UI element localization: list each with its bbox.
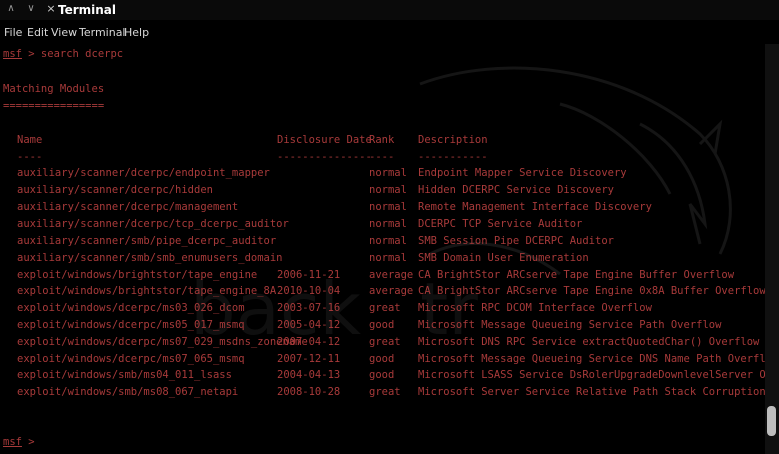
- module-rank: great: [369, 302, 401, 314]
- module-rank: average: [369, 285, 414, 297]
- section-underline: ================: [3, 100, 105, 112]
- module-rank: good: [369, 369, 395, 381]
- module-description: Microsoft DNS RPC Service extractQuotedC…: [418, 336, 765, 348]
- table-row: exploit/windows/smb/ms08_067_netapi 2008…: [0, 386, 765, 398]
- table-row: exploit/windows/brightstor/tape_engine 2…: [0, 269, 765, 281]
- menu-help[interactable]: Help: [124, 26, 149, 40]
- module-description: Hidden DCERPC Service Discovery: [418, 184, 614, 196]
- module-name: exploit/windows/dcerpc/ms07_029_msdns_zo…: [17, 336, 308, 348]
- module-name: auxiliary/scanner/dcerpc/tcp_dcerpc_audi…: [17, 218, 289, 230]
- header-description-underline: -----------: [418, 151, 488, 163]
- minimize-icon[interactable]: ∧: [4, 2, 18, 16]
- table-row: auxiliary/scanner/dcerpc/hidden normal H…: [0, 184, 765, 196]
- header-name: Name: [17, 134, 43, 146]
- header-name-underline: ----: [17, 151, 43, 163]
- module-date: 2006-11-21: [277, 269, 341, 281]
- module-name: exploit/windows/dcerpc/ms05_017_msmq: [17, 319, 245, 331]
- module-date: 2005-04-12: [277, 319, 341, 331]
- module-rank: normal: [369, 252, 407, 264]
- table-header: Name Disclosure Date Rank Description: [0, 134, 765, 146]
- table-row: auxiliary/scanner/dcerpc/endpoint_mapper…: [0, 167, 765, 179]
- module-description: Microsoft Message Queueing Service DNS N…: [418, 353, 765, 365]
- menu-view[interactable]: View: [51, 26, 77, 40]
- module-description: SMB Domain User Enumeration: [418, 252, 589, 264]
- module-rank: good: [369, 319, 395, 331]
- table-row: auxiliary/scanner/smb/pipe_dcerpc_audito…: [0, 235, 765, 247]
- menu-edit[interactable]: Edit: [27, 26, 48, 40]
- table-row: auxiliary/scanner/dcerpc/management norm…: [0, 201, 765, 213]
- title-bar: ∧ ∨ × Terminal: [0, 0, 779, 20]
- command-line: msf > search dcerpc: [3, 48, 123, 60]
- header-date: Disclosure Date: [277, 134, 372, 146]
- window-title: Terminal: [58, 3, 117, 17]
- module-rank: great: [369, 386, 401, 398]
- module-description: Microsoft LSASS Service DsRolerUpgradeDo…: [418, 369, 765, 381]
- final-prompt-line[interactable]: msf >: [3, 436, 41, 448]
- module-date: 2008-10-28: [277, 386, 341, 398]
- vertical-scrollbar[interactable]: [765, 44, 779, 454]
- module-description: Microsoft RPC DCOM Interface Overflow: [418, 302, 652, 314]
- table-row: exploit/windows/dcerpc/ms07_065_msmq 200…: [0, 353, 765, 365]
- module-date: 2007-04-12: [277, 336, 341, 348]
- module-name: auxiliary/scanner/dcerpc/management: [17, 201, 239, 213]
- module-description: DCERPC TCP Service Auditor: [418, 218, 583, 230]
- module-description: Remote Management Interface Discovery: [418, 201, 652, 213]
- scrollbar-thumb[interactable]: [767, 406, 776, 436]
- module-rank: normal: [369, 167, 407, 179]
- module-description: SMB Session Pipe DCERPC Auditor: [418, 235, 614, 247]
- table-row: exploit/windows/smb/ms04_011_lsass 2004-…: [0, 369, 765, 381]
- table-row: exploit/windows/dcerpc/ms03_026_dcom 200…: [0, 302, 765, 314]
- module-name: auxiliary/scanner/dcerpc/endpoint_mapper: [17, 167, 270, 179]
- prompt: msf: [3, 48, 22, 60]
- table-row: auxiliary/scanner/smb/smb_enumusers_doma…: [0, 252, 765, 264]
- header-rank: Rank: [369, 134, 395, 146]
- prompt: msf: [3, 436, 22, 448]
- module-date: 2010-10-04: [277, 285, 341, 297]
- close-icon[interactable]: ×: [44, 2, 58, 16]
- module-rank: normal: [369, 201, 407, 213]
- module-description: Microsoft Message Queueing Service Path …: [418, 319, 722, 331]
- maximize-icon[interactable]: ∨: [24, 2, 38, 16]
- menu-bar: File Edit View Terminal Help: [0, 20, 779, 44]
- module-date: 2004-04-13: [277, 369, 341, 381]
- table-row: exploit/windows/brightstor/tape_engine_8…: [0, 285, 765, 297]
- section-title: Matching Modules: [3, 83, 105, 95]
- module-description: Microsoft Server Service Relative Path S…: [418, 386, 765, 398]
- module-description: Endpoint Mapper Service Discovery: [418, 167, 627, 179]
- table-row: exploit/windows/dcerpc/ms07_029_msdns_zo…: [0, 336, 765, 348]
- table-row: exploit/windows/dcerpc/ms05_017_msmq 200…: [0, 319, 765, 331]
- header-description: Description: [418, 134, 488, 146]
- header-rank-underline: ----: [369, 151, 395, 163]
- module-rank: average: [369, 269, 414, 281]
- command-text: > search dcerpc: [21, 48, 124, 60]
- module-description: CA BrightStor ARCserve Tape Engine Buffe…: [418, 269, 735, 281]
- menu-terminal[interactable]: Terminal: [79, 26, 126, 40]
- module-name: auxiliary/scanner/smb/smb_enumusers_doma…: [17, 252, 283, 264]
- module-name: exploit/windows/smb/ms08_067_netapi: [17, 386, 239, 398]
- module-name: exploit/windows/dcerpc/ms07_065_msmq: [17, 353, 245, 365]
- table-header-underline: ---- --------------- ---- -----------: [0, 151, 765, 163]
- module-name: exploit/windows/brightstor/tape_engine: [17, 269, 258, 281]
- module-name: exploit/windows/dcerpc/ms03_026_dcom: [17, 302, 245, 314]
- menu-file[interactable]: File: [4, 26, 22, 40]
- table-row: auxiliary/scanner/dcerpc/tcp_dcerpc_audi…: [0, 218, 765, 230]
- terminal-output[interactable]: back tr msf > search dcerpc Matching Mod…: [0, 44, 765, 454]
- module-rank: normal: [369, 218, 407, 230]
- module-name: exploit/windows/brightstor/tape_engine_8…: [17, 285, 277, 297]
- module-name: auxiliary/scanner/dcerpc/hidden: [17, 184, 213, 196]
- module-rank: normal: [369, 235, 407, 247]
- module-date: 2003-07-16: [277, 302, 341, 314]
- header-date-underline: ---------------: [277, 151, 372, 163]
- module-date: 2007-12-11: [277, 353, 341, 365]
- module-description: CA BrightStor ARCserve Tape Engine 0x8A …: [418, 285, 765, 297]
- terminal-window: ∧ ∨ × Terminal File Edit View Terminal H…: [0, 0, 779, 454]
- module-name: exploit/windows/smb/ms04_011_lsass: [17, 369, 232, 381]
- module-name: auxiliary/scanner/smb/pipe_dcerpc_audito…: [17, 235, 277, 247]
- module-rank: great: [369, 336, 401, 348]
- module-rank: normal: [369, 184, 407, 196]
- module-rank: good: [369, 353, 395, 365]
- prompt-suffix: >: [21, 436, 41, 448]
